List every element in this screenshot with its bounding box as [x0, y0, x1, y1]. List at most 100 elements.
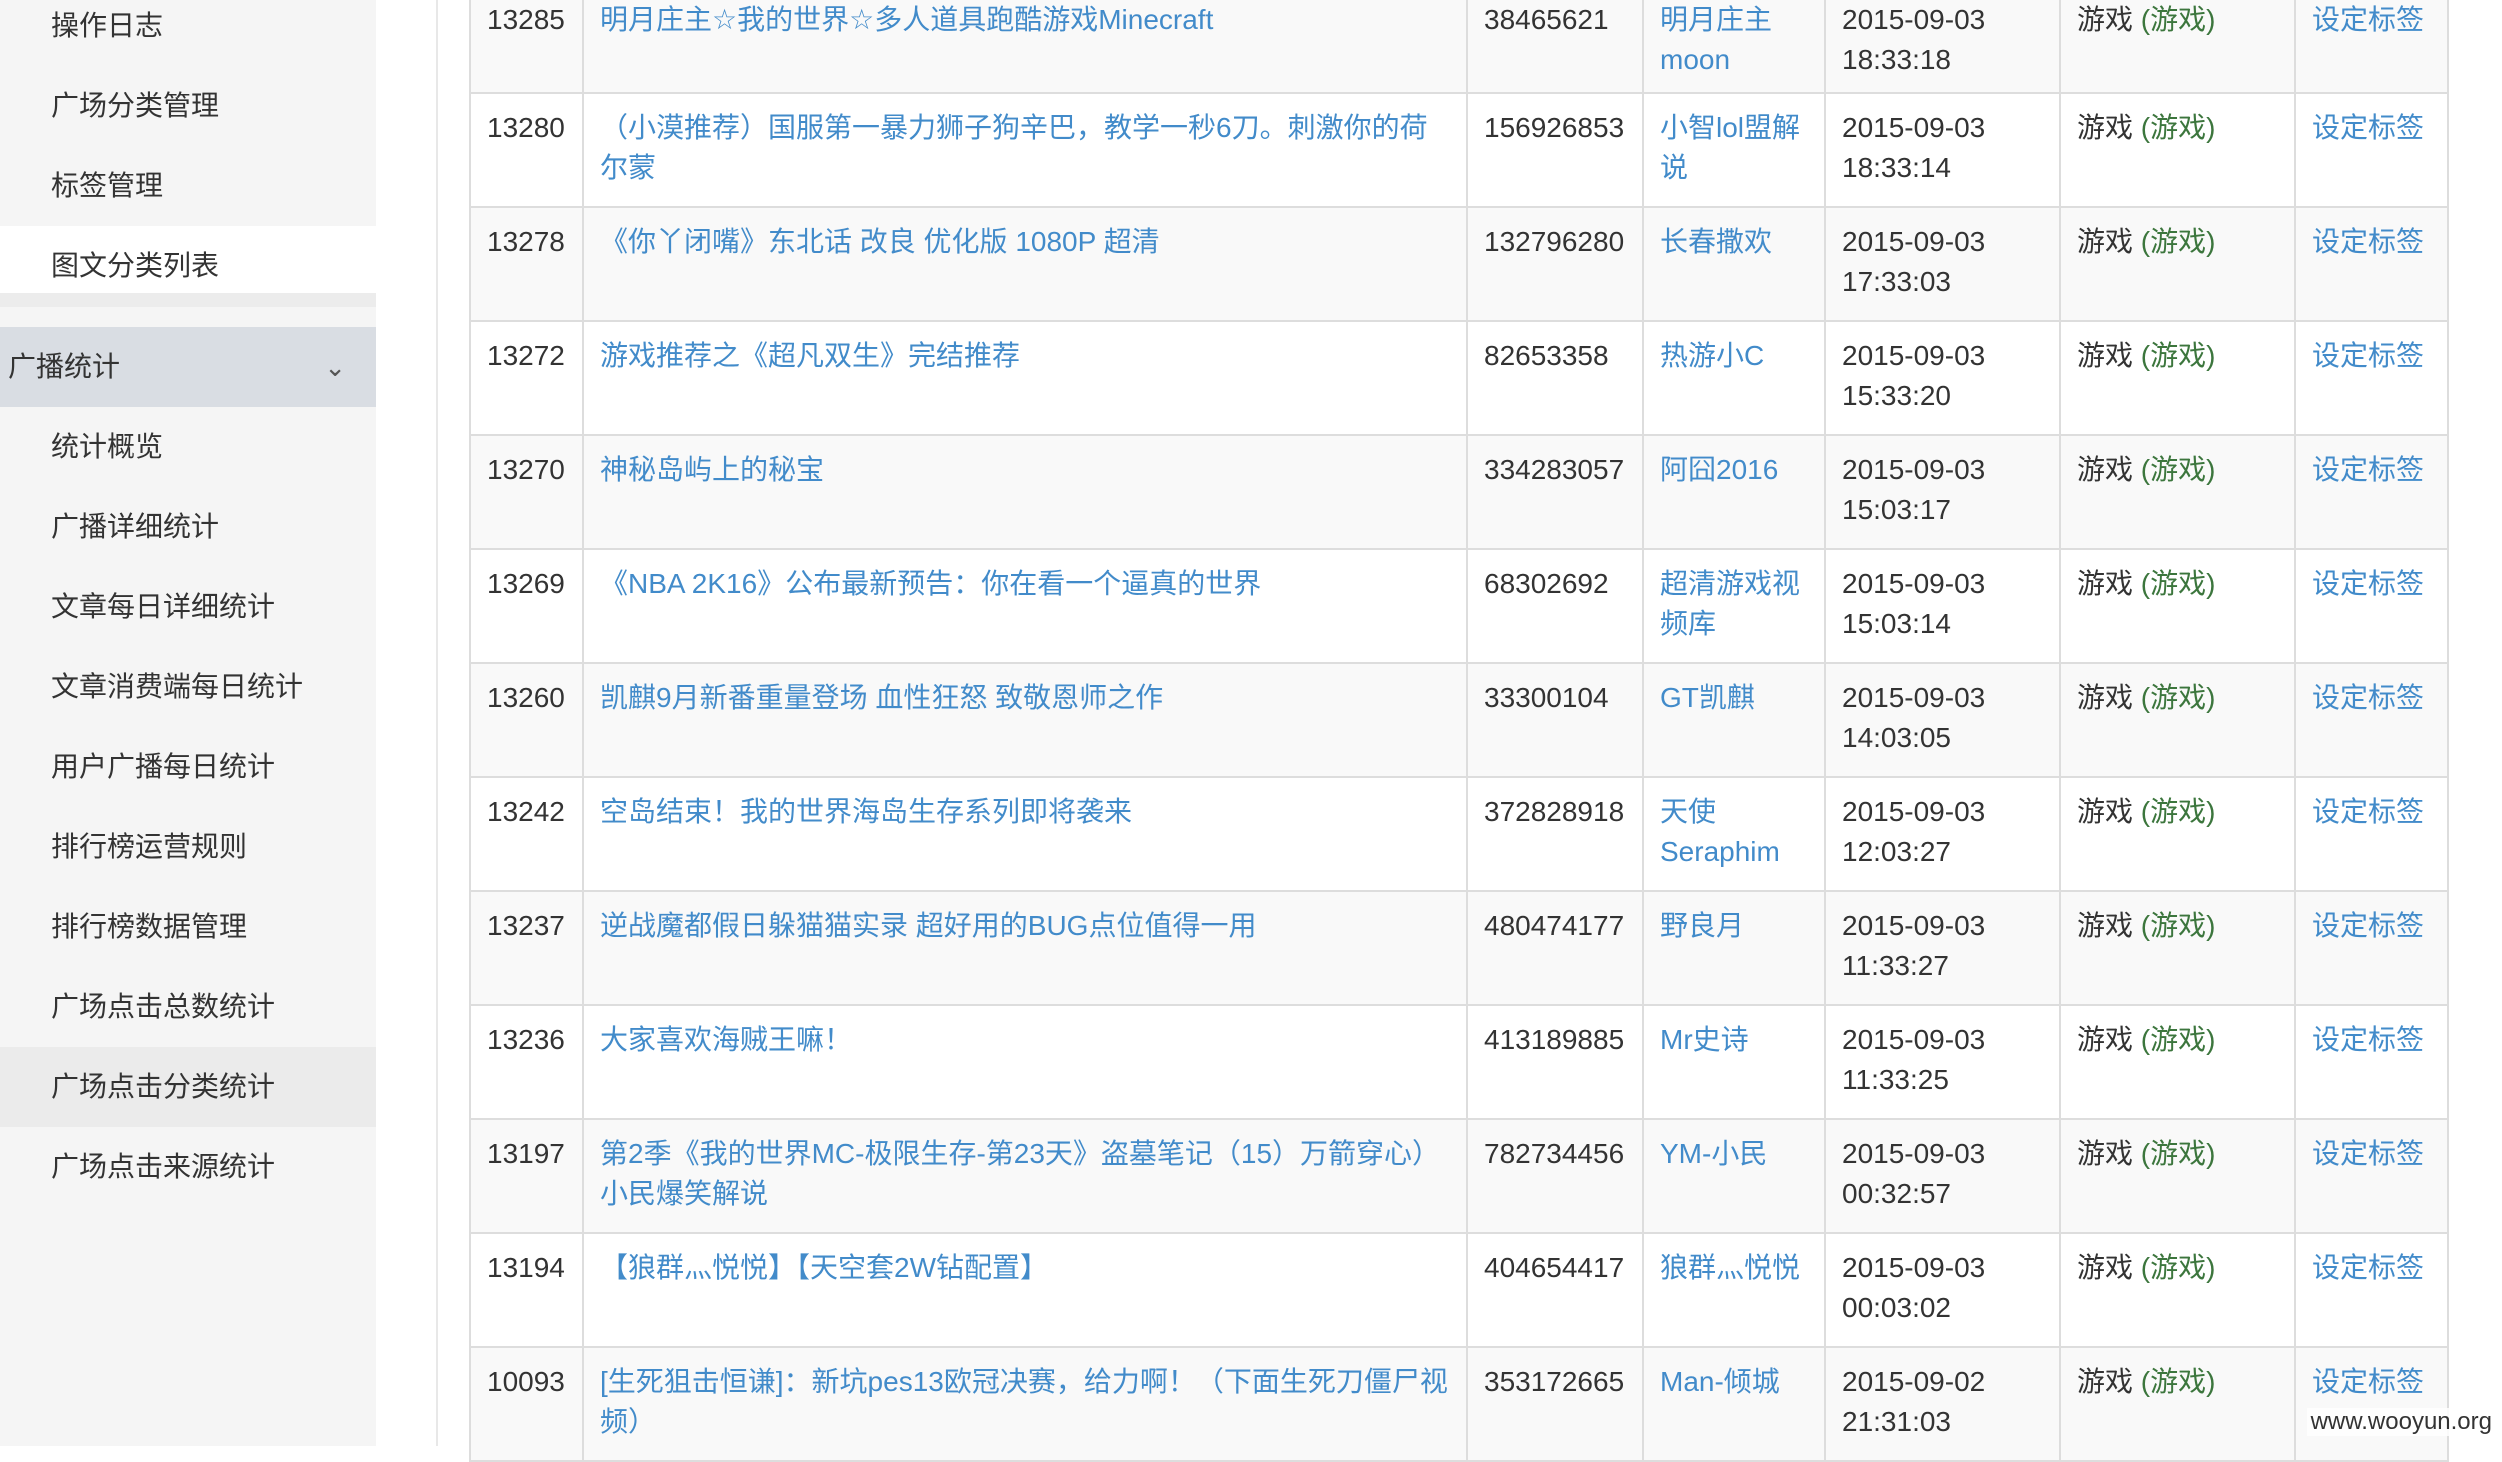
cell-id: 13285	[469, 0, 584, 94]
category-tag: (游戏)	[2140, 568, 2216, 599]
title-link[interactable]: 凯麒9月新番重量登场 血性狂怒 致敬恩师之作	[600, 682, 1163, 713]
sidebar-item-article-consumer-daily[interactable]: 文章消费端每日统计	[0, 647, 376, 727]
set-tag-link[interactable]: 设定标签	[2312, 796, 2424, 827]
cell-id: 10093	[469, 1346, 584, 1462]
cell-time: 2015-09-03 15:33:20	[1824, 320, 2061, 436]
category-text: 游戏	[2077, 1024, 2134, 1055]
cell-category: 游戏 (游戏)	[2059, 1232, 2296, 1348]
title-link[interactable]: 逆战魔都假日躲猫猫实录 超好用的BUG点位值得一用	[600, 910, 1256, 941]
title-link[interactable]: 空岛结束！我的世界海岛生存系列即将袭来	[600, 796, 1132, 827]
title-link[interactable]: 第2季《我的世界MC-极限生存-第23天》盗墓笔记（15）万箭穿心）小民爆笑解说	[600, 1138, 1440, 1209]
cell-uid: 480474177	[1466, 890, 1644, 1006]
user-link[interactable]: 野良月	[1660, 910, 1744, 941]
user-link[interactable]: 超清游戏视频库	[1660, 568, 1800, 639]
cell-category: 游戏 (游戏)	[2059, 890, 2296, 1006]
sidebar-item-ranking-rules[interactable]: 排行榜运营规则	[0, 807, 376, 887]
set-tag-link[interactable]: 设定标签	[2312, 568, 2424, 599]
sidebar-item-user-broadcast-daily[interactable]: 用户广播每日统计	[0, 727, 376, 807]
sidebar-item-square-click-total[interactable]: 广场点击总数统计	[0, 967, 376, 1047]
cell-uid: 33300104	[1466, 662, 1644, 778]
cell-id: 13242	[469, 776, 584, 892]
sidebar-item-square-click-category[interactable]: 广场点击分类统计	[0, 1047, 376, 1127]
set-tag-link[interactable]: 设定标签	[2312, 340, 2424, 371]
cell-id: 13236	[469, 1004, 584, 1120]
user-link[interactable]: Man-倾城	[1660, 1366, 1780, 1397]
sidebar-group-broadcast-stats[interactable]: 广播统计 ⌄	[0, 327, 376, 407]
sidebar-item-stats-overview[interactable]: 统计概览	[0, 407, 376, 487]
set-tag-link[interactable]: 设定标签	[2312, 112, 2424, 143]
date-text: 2015-09-03	[1842, 340, 1986, 371]
user-link[interactable]: GT凯麒	[1660, 682, 1755, 713]
category-text: 游戏	[2077, 682, 2134, 713]
date-text: 2015-09-03	[1842, 682, 1986, 713]
cell-title: 凯麒9月新番重量登场 血性狂怒 致敬恩师之作	[582, 662, 1468, 778]
set-tag-link[interactable]: 设定标签	[2312, 1366, 2424, 1397]
cell-category: 游戏 (游戏)	[2059, 0, 2296, 94]
table-row: 13272 游戏推荐之《超凡双生》完结推荐 82653358 热游小C 2015-09-…	[469, 320, 2449, 436]
title-link[interactable]: 《你丫闭嘴》东北话 改良 优化版 1080P 超清	[600, 226, 1160, 257]
cell-id: 13237	[469, 890, 584, 1006]
time-text: 15:03:14	[1842, 608, 1951, 639]
cell-user: 长春撒欢	[1642, 206, 1826, 322]
table-row: 13237 逆战魔都假日躲猫猫实录 超好用的BUG点位值得一用 480474177 野…	[469, 890, 2449, 1006]
set-tag-link[interactable]: 设定标签	[2312, 4, 2424, 35]
title-link[interactable]: 明月庄主☆我的世界☆多人道具跑酷游戏Minecraft	[600, 4, 1213, 35]
cell-title: 游戏推荐之《超凡双生》完结推荐	[582, 320, 1468, 436]
user-link[interactable]: 阿囧2016	[1660, 454, 1778, 485]
title-link[interactable]: 游戏推荐之《超凡双生》完结推荐	[600, 340, 1020, 371]
set-tag-link[interactable]: 设定标签	[2312, 1138, 2424, 1169]
sidebar-item-square-category[interactable]: 广场分类管理	[0, 66, 376, 146]
title-link[interactable]: （小漠推荐）国服第一暴力狮子狗辛巴，教学一秒6刀。刺激你的荷尔蒙	[600, 112, 1428, 183]
user-link[interactable]: 小智lol盟解说	[1660, 112, 1800, 183]
category-text: 游戏	[2077, 1366, 2134, 1397]
user-link[interactable]: 明月庄主moon	[1660, 4, 1772, 75]
cell-title: 逆战魔都假日躲猫猫实录 超好用的BUG点位值得一用	[582, 890, 1468, 1006]
set-tag-link[interactable]: 设定标签	[2312, 910, 2424, 941]
cell-user: 明月庄主moon	[1642, 0, 1826, 94]
set-tag-link[interactable]: 设定标签	[2312, 682, 2424, 713]
table-row: 13269 《NBA 2K16》公布最新预告：你在看一个逼真的世界 68302692…	[469, 548, 2449, 664]
user-link[interactable]: 狼群灬悦悦	[1660, 1252, 1800, 1283]
cell-time: 2015-09-03 11:33:25	[1824, 1004, 2061, 1120]
cell-title: 《NBA 2K16》公布最新预告：你在看一个逼真的世界	[582, 548, 1468, 664]
cell-category: 游戏 (游戏)	[2059, 434, 2296, 550]
user-link[interactable]: 长春撒欢	[1660, 226, 1772, 257]
title-link[interactable]: 【狼群灬悦悦】【天空套2W钻配置】	[600, 1252, 1048, 1283]
time-text: 15:03:17	[1842, 494, 1951, 525]
cell-id: 13272	[469, 320, 584, 436]
cell-title: [生死狙击恒谦]：新坑pes13欧冠决赛，给力啊！（下面生死刀僵尸视频）	[582, 1346, 1468, 1462]
time-text: 17:33:03	[1842, 266, 1951, 297]
user-link[interactable]: Mr史诗	[1660, 1024, 1749, 1055]
sidebar: 操作日志 广场分类管理 标签管理 图文分类列表 广播统计 ⌄ 统计概览 广播详细…	[0, 0, 376, 1446]
cell-user: Mr史诗	[1642, 1004, 1826, 1120]
set-tag-link[interactable]: 设定标签	[2312, 226, 2424, 257]
set-tag-link[interactable]: 设定标签	[2312, 454, 2424, 485]
table-row: 13242 空岛结束！我的世界海岛生存系列即将袭来 372828918 天使Serap…	[469, 776, 2449, 892]
title-link[interactable]: 神秘岛屿上的秘宝	[600, 454, 824, 485]
cell-time: 2015-09-03 18:33:14	[1824, 92, 2061, 208]
sidebar-item-ranking-data[interactable]: 排行榜数据管理	[0, 887, 376, 967]
title-link[interactable]: 大家喜欢海贼王嘛！	[600, 1024, 852, 1055]
table-row: 13278 《你丫闭嘴》东北话 改良 优化版 1080P 超清 132796280 长…	[469, 206, 2449, 322]
date-text: 2015-09-03	[1842, 1024, 1986, 1055]
user-link[interactable]: YM-小民	[1660, 1138, 1767, 1169]
sidebar-item-operation-log[interactable]: 操作日志	[0, 0, 376, 66]
title-link[interactable]: [生死狙击恒谦]：新坑pes13欧冠决赛，给力啊！（下面生死刀僵尸视频）	[600, 1366, 1448, 1437]
sidebar-item-square-click-source[interactable]: 广场点击来源统计	[0, 1127, 376, 1207]
cell-category: 游戏 (游戏)	[2059, 1346, 2296, 1462]
time-text: 18:33:14	[1842, 152, 1951, 183]
time-text: 00:03:02	[1842, 1292, 1951, 1323]
set-tag-link[interactable]: 设定标签	[2312, 1252, 2424, 1283]
title-link[interactable]: 《NBA 2K16》公布最新预告：你在看一个逼真的世界	[600, 568, 1261, 599]
set-tag-link[interactable]: 设定标签	[2312, 1024, 2424, 1055]
user-link[interactable]: 热游小C	[1660, 340, 1764, 371]
sidebar-item-tag-manage[interactable]: 标签管理	[0, 146, 376, 226]
cell-uid: 68302692	[1466, 548, 1644, 664]
sidebar-item-broadcast-detail[interactable]: 广播详细统计	[0, 487, 376, 567]
table-row: 10093 [生死狙击恒谦]：新坑pes13欧冠决赛，给力啊！（下面生死刀僵尸视频…	[469, 1346, 2449, 1462]
user-link[interactable]: 天使Seraphim	[1660, 796, 1780, 867]
sidebar-item-article-daily[interactable]: 文章每日详细统计	[0, 567, 376, 647]
category-tag: (游戏)	[2140, 796, 2216, 827]
cell-category: 游戏 (游戏)	[2059, 662, 2296, 778]
date-text: 2015-09-03	[1842, 910, 1986, 941]
